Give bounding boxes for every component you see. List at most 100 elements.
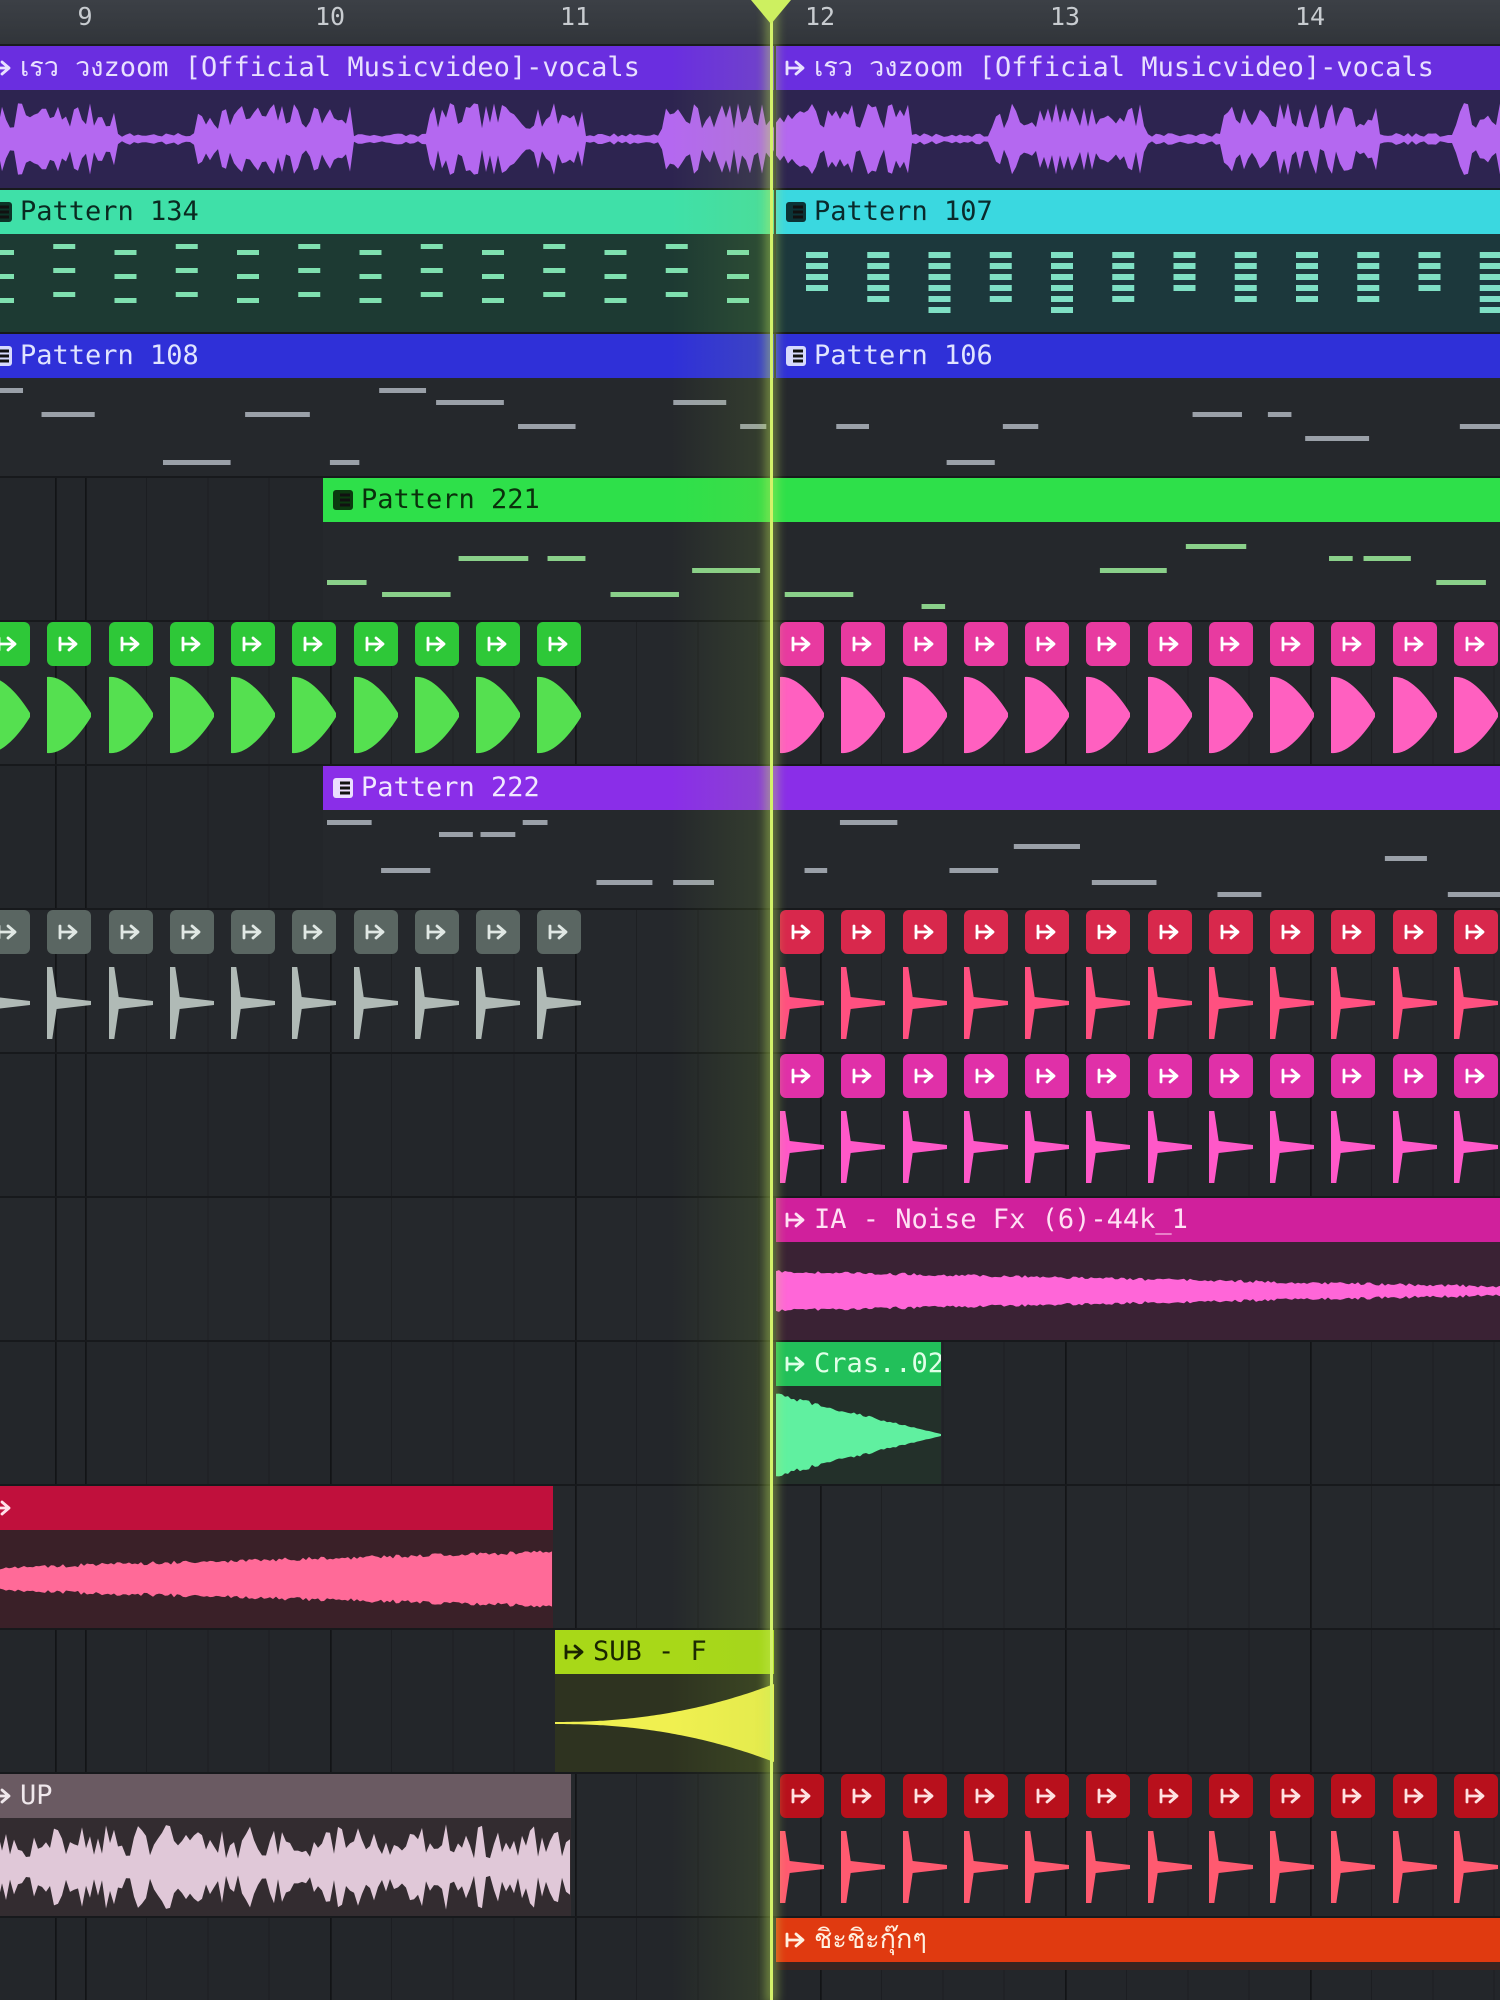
hit-clip[interactable]	[231, 910, 275, 1052]
track-lane-6[interactable]: Pattern 222	[0, 766, 1500, 910]
clip-header[interactable]	[0, 1486, 553, 1530]
kick-hit-clip[interactable]	[780, 622, 824, 764]
hit-clip[interactable]	[964, 910, 1008, 1052]
hit-clip-header[interactable]	[1086, 910, 1130, 954]
kick-hit-clip[interactable]	[537, 622, 581, 764]
hit-clip[interactable]	[109, 910, 153, 1052]
audio-clip[interactable]: IA - Noise Fx (6)-44k_1	[776, 1198, 1500, 1340]
hit-clip-header[interactable]	[964, 1774, 1008, 1818]
hit-clip-header[interactable]	[47, 622, 91, 666]
clip-header[interactable]: SUB - F	[555, 1630, 774, 1674]
hit-clip[interactable]	[1086, 1054, 1130, 1196]
pattern-clip[interactable]: Pattern 221	[323, 478, 1500, 620]
pattern-clip[interactable]: Pattern 108	[0, 334, 774, 476]
hit-clip-header[interactable]	[1454, 622, 1498, 666]
track-lane-4[interactable]: Pattern 221	[0, 478, 1500, 622]
hit-clip-header[interactable]	[1270, 622, 1314, 666]
hit-clip-header[interactable]	[903, 1054, 947, 1098]
hit-clip[interactable]	[780, 1774, 824, 1916]
hit-clip[interactable]	[1148, 1774, 1192, 1916]
hit-clip-header[interactable]	[476, 910, 520, 954]
hit-clip[interactable]	[1209, 910, 1253, 1052]
hit-clip[interactable]	[964, 1774, 1008, 1916]
hit-clip-header[interactable]	[1148, 622, 1192, 666]
hit-clip-header[interactable]	[903, 1774, 947, 1818]
kick-hit-clip[interactable]	[415, 622, 459, 764]
track-lane-10[interactable]: Cras..02	[0, 1342, 1500, 1486]
hit-clip-header[interactable]	[170, 910, 214, 954]
hit-clip[interactable]	[1025, 1054, 1069, 1196]
hit-clip[interactable]	[537, 910, 581, 1052]
track-lane-7[interactable]	[0, 910, 1500, 1054]
hit-clip[interactable]	[1270, 1774, 1314, 1916]
hit-clip-header[interactable]	[1393, 1774, 1437, 1818]
track-lane-3[interactable]: Pattern 108 Pattern 106	[0, 334, 1500, 478]
playhead-line[interactable]	[770, 0, 773, 2000]
hit-clip-header[interactable]	[537, 910, 581, 954]
hit-clip[interactable]	[354, 910, 398, 1052]
hit-clip[interactable]	[1331, 910, 1375, 1052]
hit-clip-header[interactable]	[964, 622, 1008, 666]
hit-clip-header[interactable]	[1025, 1774, 1069, 1818]
hit-clip-header[interactable]	[1025, 622, 1069, 666]
hit-clip-header[interactable]	[1393, 910, 1437, 954]
hit-clip-header[interactable]	[0, 622, 30, 666]
kick-hit-clip[interactable]	[903, 622, 947, 764]
clip-header[interactable]: Pattern 134	[0, 190, 774, 234]
hit-clip-header[interactable]	[1454, 1774, 1498, 1818]
hit-clip-header[interactable]	[1209, 910, 1253, 954]
hit-clip[interactable]	[1209, 1774, 1253, 1916]
track-lane-2[interactable]: Pattern 134 Pattern 107	[0, 190, 1500, 334]
hit-clip-header[interactable]	[1331, 1774, 1375, 1818]
hit-clip-header[interactable]	[292, 910, 336, 954]
hit-clip-header[interactable]	[780, 622, 824, 666]
kick-hit-clip[interactable]	[841, 622, 885, 764]
hit-clip-header[interactable]	[1148, 910, 1192, 954]
hit-clip-header[interactable]	[1148, 1054, 1192, 1098]
kick-hit-clip[interactable]	[1025, 622, 1069, 764]
clip-header[interactable]: Cras..02	[776, 1342, 941, 1386]
hit-clip-header[interactable]	[1393, 1054, 1437, 1098]
hit-clip[interactable]	[1270, 910, 1314, 1052]
hit-clip[interactable]	[1393, 1054, 1437, 1196]
clip-header[interactable]: Pattern 107	[776, 190, 1500, 234]
hit-clip[interactable]	[841, 1054, 885, 1196]
hit-clip-header[interactable]	[1454, 910, 1498, 954]
kick-hit-clip[interactable]	[1331, 622, 1375, 764]
hit-clip[interactable]	[964, 1054, 1008, 1196]
kick-hit-clip[interactable]	[1454, 622, 1498, 764]
hit-clip-header[interactable]	[415, 910, 459, 954]
pattern-clip[interactable]: Pattern 107	[776, 190, 1500, 332]
kick-hit-clip[interactable]	[1148, 622, 1192, 764]
hit-clip[interactable]	[415, 910, 459, 1052]
hit-clip-header[interactable]	[0, 910, 30, 954]
hit-clip-header[interactable]	[1086, 1054, 1130, 1098]
track-lane-14[interactable]: ชิะชิะกุ๊กๆ	[0, 1918, 1500, 2000]
hit-clip[interactable]	[47, 910, 91, 1052]
hit-clip[interactable]	[903, 910, 947, 1052]
hit-clip-header[interactable]	[1025, 910, 1069, 954]
kick-hit-clip[interactable]	[1270, 622, 1314, 764]
hit-clip[interactable]	[903, 1774, 947, 1916]
hit-clip-header[interactable]	[841, 910, 885, 954]
hit-clip-header[interactable]	[1270, 1054, 1314, 1098]
hit-clip-header[interactable]	[1025, 1054, 1069, 1098]
hit-clip[interactable]	[1148, 910, 1192, 1052]
track-lane-5[interactable]	[0, 622, 1500, 766]
playlist-window[interactable]: 9 10 11 12 13 14 เรว วงzoom [Official Musicvi…	[0, 0, 1500, 2000]
hit-clip[interactable]	[903, 1054, 947, 1196]
kick-hit-clip[interactable]	[1393, 622, 1437, 764]
kick-hit-clip[interactable]	[292, 622, 336, 764]
hit-clip[interactable]	[1393, 910, 1437, 1052]
track-lane-11[interactable]	[0, 1486, 1500, 1630]
hit-clip[interactable]	[1331, 1054, 1375, 1196]
clip-header[interactable]: เรว วงzoom [Official Musicvideo]-vocals	[0, 46, 774, 90]
hit-clip[interactable]	[1331, 1774, 1375, 1916]
kick-hit-clip[interactable]	[47, 622, 91, 764]
audio-clip[interactable]: เรว วงzoom [Official Musicvideo]-vocals	[776, 46, 1500, 188]
kick-hit-clip[interactable]	[476, 622, 520, 764]
hit-clip[interactable]	[841, 910, 885, 1052]
hit-clip[interactable]	[1270, 1054, 1314, 1196]
hit-clip-header[interactable]	[780, 910, 824, 954]
track-lane-8[interactable]	[0, 1054, 1500, 1198]
